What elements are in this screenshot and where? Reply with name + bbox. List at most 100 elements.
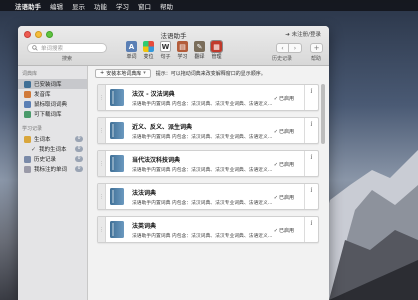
toolbar-conjugation[interactable]: 变位 (142, 41, 155, 60)
check-icon: ✓ (273, 95, 278, 102)
info-icon[interactable]: i (304, 151, 318, 176)
translate-icon: ✎ (194, 41, 205, 52)
dictionary-card[interactable]: ⋮ 当代法汉科技词典 法语助手内置词典 内包含：法汉词典、法汉专业词典、法语近义… (97, 150, 319, 177)
sidebar-item-label: 鼠标取词词典 (34, 102, 68, 108)
dictionary-description: 法语助手内置词典 内包含：法汉词典、法汉专业词典、法语近义... (132, 101, 273, 107)
dictionary-card[interactable]: ⋮ 法法词典 法语助手内置词典 内包含：法汉词典、法汉专业词典、法语近义... … (97, 183, 319, 210)
main-toolbar-row: + 安装本地词典库 ▾ 提示：可以拖动词典来改变解释窗口的显示顺序。 (88, 66, 329, 80)
install-button-label: 安装本地词典库 (106, 70, 142, 77)
forward-button[interactable]: › (289, 43, 302, 53)
count-badge: 0 (75, 156, 83, 162)
menu-function[interactable]: 功能 (94, 1, 107, 11)
sidebar-item-tagged[interactable]: 我标注的单词 0 (18, 164, 87, 174)
card-text: 近义、反义、派生词典 法语助手内置词典 内包含：法汉词典、法汉专业词典、法语近义… (132, 122, 272, 140)
search-placeholder: 单词搜索 (41, 46, 64, 52)
info-icon[interactable]: i (304, 184, 318, 209)
hint-text: 提示：可以拖动词典来改变解释窗口的显示顺序。 (155, 70, 266, 77)
sidebar-item-history[interactable]: 历史记录 0 (18, 154, 87, 164)
dictionary-card[interactable]: ⋮ 近义、反义、派生词典 法语助手内置词典 内包含：法汉词典、法汉专业词典、法语… (97, 117, 319, 144)
toolbar-label: 句子 (160, 54, 171, 60)
menu-app-name[interactable]: 法语助手 (15, 1, 41, 11)
main-toolbar: A 单词 变位 W 句子 ▤ 学习 ✎ 翻译 ▦ 管理 (125, 40, 223, 60)
word-icon: A (126, 41, 137, 52)
menu-edit[interactable]: 编辑 (50, 1, 63, 11)
card-text: 法汉 - 汉法词典 法语助手内置词典 内包含：法汉词典、法汉专业词典、法语近义.… (132, 89, 272, 107)
sidebar-item-downloadable[interactable]: 可下载词库 (18, 109, 87, 119)
count-badge: 0 (75, 146, 83, 152)
chevron-down-icon: ▾ (143, 70, 146, 76)
enabled-checkbox[interactable]: ✓ 已启用 (274, 161, 294, 169)
sidebar-item-installed[interactable]: 已安装词库 (18, 79, 87, 89)
drag-handle-icon[interactable]: ⋮ (98, 184, 106, 209)
sidebar-item-mouse-lookup[interactable]: 鼠标取词词典 (18, 99, 87, 109)
book-icon (110, 122, 124, 139)
count-badge: 0 (75, 166, 83, 172)
enabled-checkbox[interactable]: ✓ 已启用 (274, 128, 294, 136)
drag-handle-icon[interactable]: ⋮ (98, 85, 106, 110)
status-label: 已启用 (278, 195, 294, 201)
dictionary-title: 法英词典 (132, 222, 157, 230)
menu-study[interactable]: 学习 (116, 1, 129, 11)
search-label: 搜索 (61, 56, 72, 62)
dictionary-card[interactable]: ⋮ 法汉 - 汉法词典 法语助手内置词典 内包含：法汉词典、法汉专业词典、法语近… (97, 84, 319, 111)
drag-handle-icon[interactable]: ⋮ (98, 151, 106, 176)
toolbar-label: 单词 (126, 54, 137, 60)
help-button[interactable]: + (310, 43, 323, 53)
drag-handle-icon[interactable]: ⋮ (98, 118, 106, 143)
sidebar: 词典库 已安装词库 发音库 鼠标取词词典 可下载词库 学习记录 生词本 0 ✓ … (18, 66, 88, 300)
scrollbar[interactable] (321, 84, 325, 144)
menu-help[interactable]: 帮助 (160, 1, 173, 11)
book-icon (110, 155, 124, 172)
menu-window[interactable]: 窗口 (138, 1, 151, 11)
status-label: 已启用 (278, 96, 294, 102)
dictionary-description: 法语助手内置词典 内包含：法汉词典、法汉专业词典、法语近义... (132, 233, 273, 239)
menu-view[interactable]: 显示 (72, 1, 85, 11)
toolbar-label: 变位 (143, 54, 154, 60)
search-input[interactable]: 单词搜索 (27, 43, 107, 53)
login-link[interactable]: ➔ 未注册/登录 (285, 30, 321, 38)
toolbar-label: 管理 (211, 54, 222, 60)
drag-handle-icon[interactable]: ⋮ (98, 217, 106, 242)
book-icon (110, 221, 124, 238)
dictionary-title: 当代法汉科技词典 (132, 156, 181, 164)
info-icon[interactable]: i (304, 217, 318, 242)
enabled-checkbox[interactable]: ✓ 已启用 (274, 227, 294, 235)
book-icon (110, 188, 124, 205)
toolbar-translate[interactable]: ✎ 翻译 (193, 41, 206, 60)
history-label: 历史记录 (272, 56, 293, 62)
enabled-checkbox[interactable]: ✓ 已启用 (273, 194, 294, 202)
main-panel: + 安装本地词典库 ▾ 提示：可以拖动词典来改变解释窗口的显示顺序。 ⋮ 法汉 … (88, 66, 329, 300)
info-icon[interactable]: i (304, 85, 318, 110)
check-icon: ✓ (31, 145, 37, 153)
back-button[interactable]: ‹ (276, 43, 289, 53)
toolbar-study[interactable]: ▤ 学习 (176, 41, 189, 60)
status-label: 已启用 (278, 162, 294, 168)
enabled-checkbox[interactable]: ✓ 已启用 (273, 95, 294, 103)
dictionary-title: 法法词典 (132, 189, 157, 197)
dictionary-list: ⋮ 法汉 - 汉法词典 法语助手内置词典 内包含：法汉词典、法汉专业词典、法语近… (97, 84, 319, 249)
info-icon[interactable]: i (304, 118, 318, 143)
sidebar-item-label: 可下载词库 (34, 112, 62, 118)
plus-icon: + (100, 70, 105, 76)
sentence-icon: W (160, 41, 171, 52)
sidebar-item-pronunciation[interactable]: 发音库 (18, 89, 87, 99)
dictionary-description: 法语助手内置词典 内包含：法汉词典、法汉专业词典、法语近义... (132, 134, 273, 140)
history-nav: ‹ › (276, 43, 302, 53)
library-icon (24, 80, 31, 88)
sidebar-section-header: 词典库 (22, 71, 38, 77)
toolbar-label: 翻译 (194, 54, 205, 60)
toolbar-word[interactable]: A 单词 (125, 41, 138, 60)
sidebar-item-my-vocab[interactable]: ✓ 我的生词本 0 (18, 144, 87, 154)
sidebar-item-vocab[interactable]: 生词本 0 (18, 134, 87, 144)
dictionary-card[interactable]: ⋮ 法英词典 法语助手内置词典 内包含：法汉词典、法汉专业词典、法语近义... … (97, 216, 319, 243)
sidebar-item-label: 发音库 (34, 92, 51, 98)
card-text: 法法词典 法语助手内置词典 内包含：法汉词典、法汉专业词典、法语近义... (132, 188, 272, 206)
install-dictionary-button[interactable]: + 安装本地词典库 ▾ (95, 68, 151, 78)
toolbar-sentence[interactable]: W 句子 (159, 41, 172, 60)
check-icon: ✓ (273, 194, 278, 201)
sidebar-section-header: 学习记录 (22, 126, 43, 132)
dictionary-description: 法语助手内置词典 内包含：法汉词典、法汉专业词典、法语近义... (132, 200, 273, 206)
toolbar-manage[interactable]: ▦ 管理 (210, 40, 223, 60)
book-icon (110, 89, 124, 106)
status-label: 已启用 (278, 228, 294, 234)
